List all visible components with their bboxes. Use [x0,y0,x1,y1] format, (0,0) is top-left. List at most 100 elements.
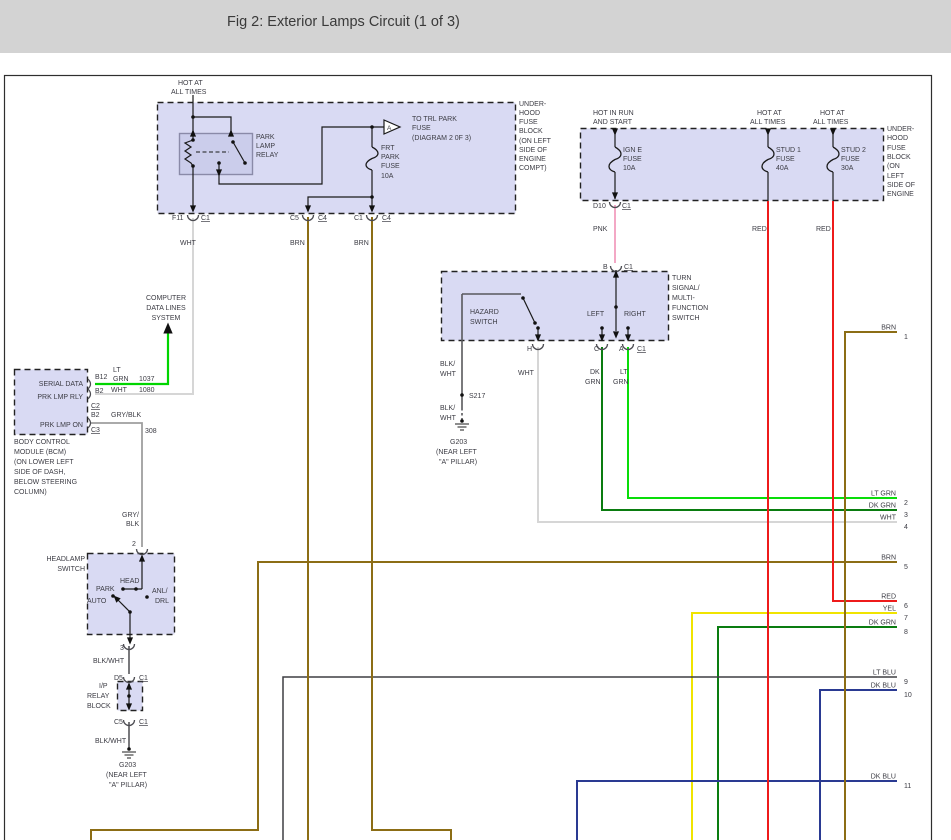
exit-wire-number: 11 [904,783,911,790]
diagram-label: TURN [672,275,691,282]
exit-wire-number: 5 [904,564,908,571]
diagram-label: BLK/WHT [95,738,127,745]
diagram-label: (ON [887,163,900,170]
exit-wire-color-label: DK GRN [869,620,896,627]
diagram-label: HEADLAMP [46,556,85,563]
diagram-label: GRN [585,379,601,386]
diagram-label: HEAD [120,578,139,585]
diagram-label: 1080 [139,387,155,394]
diagram-label: FRT [381,145,395,152]
diagram-label: B2 [95,388,104,395]
diagram-label: PARK [381,154,400,161]
diagram-label: WHT [440,371,457,378]
diagram-label: RED [752,226,767,233]
diagram-label: BLOCK [887,154,911,161]
junction-dot [111,594,115,598]
diagram-label: 30A [841,165,854,172]
diagram-label: ALL TIMES [750,119,786,126]
diagram-label: FUSE [412,125,431,132]
bcm-pin-bracket [88,389,91,399]
exit-wire-number: 9 [904,679,908,686]
wire-dkblu-exit10 [820,690,897,840]
diagram-label: C [594,346,599,353]
junction-dot [128,610,132,614]
wire-dkgrn-exit3 [602,347,897,510]
diagram-label: F11 [172,215,184,222]
wire-ltgrn-exit2 [628,347,897,498]
diagram-label: WHT [518,370,535,377]
diagram-label: COMPUTER [146,295,186,302]
wire-ltblu-exit9 [283,677,897,840]
diagram-label: SWITCH [57,566,85,573]
wire-gryblk-bcm-headlamp [90,423,142,547]
diagram-label: ALL TIMES [813,119,849,126]
junction-dot [533,321,537,325]
diagram-label: COLUMN) [14,489,47,496]
diagram-label: 40A [776,165,789,172]
diagram-label: 10A [381,173,394,180]
diagram-label: LEFT [587,311,605,318]
diagram-label: ANL/ [152,588,168,595]
diagram-label: GRN [613,379,629,386]
exit-wire-color-label: BRN [881,555,896,562]
diagram-label: C1 [139,675,148,682]
exit-wire-color-label: RED [881,594,896,601]
diagram-label: IGN E [623,147,642,154]
turn-signal-switch-box [442,272,669,341]
diagram-label: BLK/ [440,405,455,412]
exit-wire-color-label: WHT [880,515,897,522]
diagram-label: SIDE OF DASH, [14,469,65,476]
diagram-label: HOT AT [757,110,782,117]
diagram-label: C1 [624,264,633,271]
exit-wire-number: 6 [904,603,908,610]
diagram-label: MULTI- [672,295,695,302]
diagram-label: TO TRL PARK [412,116,457,123]
diagram-label: (ON LOWER LEFT [14,459,74,466]
ground-g203-hazard [460,419,464,423]
exit-wire-number: 1 [904,334,908,341]
diagram-label: RED [816,226,831,233]
diagram-label: HOOD [887,135,908,142]
exit-wire-color-label: BRN [881,325,896,332]
junction-dot [127,694,131,698]
junction-dot [134,587,138,591]
diagram-label: BLK [126,521,140,528]
diagram-label: SERIAL DATA [39,381,84,388]
diagram-label: (ON LEFT [519,138,552,145]
exit-wire-number: 8 [904,629,908,636]
exit-wire-color-label: LT GRN [871,491,896,498]
diagram-label: ALL TIMES [171,89,207,96]
junction-dot [191,115,195,119]
arrowhead [127,637,133,644]
diagram-label: "A" PILLAR) [109,782,147,789]
diagram-label: C1 [354,215,363,222]
diagram-label: PRK LMP RLY [37,394,83,401]
diagram-label: MODULE (BCM) [14,449,66,456]
junction-dot [145,595,149,599]
diagram-label: A [387,125,392,132]
exit-wire-number: 3 [904,512,908,519]
diagram-label: I/P [99,683,108,690]
junction-dot [460,393,464,397]
diagram-label: ENGINE [519,156,546,163]
diagram-label: AUTO [87,598,107,605]
junction-dot [217,161,221,165]
wiring-diagram-canvas: BRN1LT GRN2DK GRN3WHT4BRN5RED6YEL7DK GRN… [0,0,951,840]
diagram-label: "A" PILLAR) [439,459,477,466]
diagram-label: HOT AT [178,80,203,87]
junction-dot [370,125,374,129]
diagram-label: B [603,264,608,271]
diagram-label: G203 [119,762,136,769]
diagram-label: (NEAR LEFT [106,772,148,779]
junction-dot [626,326,630,330]
diagram-label: (NEAR LEFT [436,449,478,456]
diagram-label: D5 [114,675,123,682]
diagram-label: WHT [180,240,197,247]
diagram-label: FUSE [841,156,860,163]
arrowhead [163,323,172,334]
diagram-label: HOT IN RUN [593,110,634,117]
diagram-label: B2 [91,412,100,419]
ground-g203-ip [127,747,131,751]
diagram-label: BELOW STEERING [14,479,77,486]
exit-wire-color-label: YEL [883,606,896,613]
